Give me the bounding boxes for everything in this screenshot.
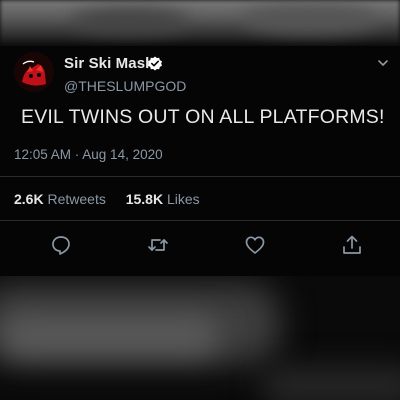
tweet-text: EVIL TWINS OUT ON ALL PLATFORMS! [21,106,385,128]
tweet-stats: 2.6K Retweets 15.8K Likes [14,191,200,207]
verified-badge-icon [147,56,163,72]
retweet-icon[interactable] [147,234,169,256]
retweets-label: Retweets [47,191,106,207]
divider [0,176,400,177]
avatar-image [14,52,54,92]
blurred-background-bottom [0,276,400,400]
likes-stat[interactable]: 15.8K Likes [126,191,200,207]
chevron-down-icon[interactable] [376,56,390,70]
author-name[interactable]: Sir Ski Mask [64,55,154,72]
tweet-timestamp[interactable]: 12:05 AM · Aug 14, 2020 [14,147,163,162]
likes-label: Likes [166,191,200,207]
retweets-count: 2.6K [14,191,44,207]
author-handle[interactable]: @THESLUMPGOD [64,78,186,94]
retweets-stat[interactable]: 2.6K Retweets [14,191,110,207]
reply-icon[interactable] [50,234,72,256]
blurred-background-top [0,0,400,46]
like-icon[interactable] [244,234,266,256]
share-icon[interactable] [341,234,363,256]
avatar[interactable] [14,52,54,92]
likes-count: 15.8K [125,191,164,207]
divider [0,220,400,221]
